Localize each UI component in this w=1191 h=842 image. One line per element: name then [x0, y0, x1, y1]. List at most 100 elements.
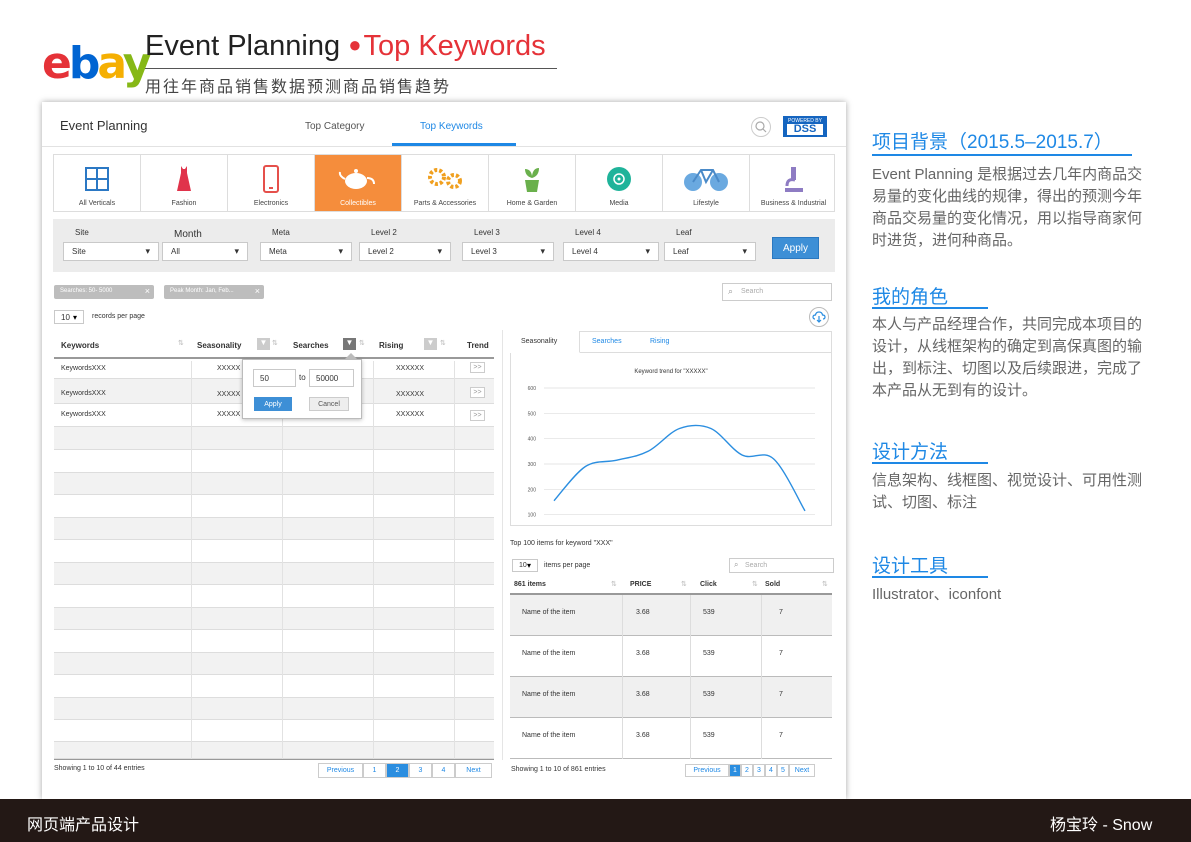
category-label: Collectibles — [340, 200, 376, 207]
col-items[interactable]: 861 items — [514, 581, 546, 588]
disc-icon — [576, 162, 662, 196]
filter-label: Level 3 — [474, 228, 500, 237]
keyword-cell[interactable]: KeywordsXXX — [61, 365, 106, 372]
filter-select-site[interactable]: Site ▾ — [63, 242, 159, 261]
filter-select-meta[interactable]: Meta ▾ — [260, 242, 352, 261]
col-price[interactable]: PRICE — [630, 581, 651, 588]
ebay-logo: ebay — [42, 38, 151, 89]
sort-icon[interactable]: ⇅ — [359, 339, 365, 347]
seasonality-cell: XXXXX — [217, 365, 241, 372]
item-name-cell: Name of the item — [522, 732, 576, 739]
items-entries-info: Showing 1 to 10 of 861 entries — [511, 766, 606, 773]
tab-seasonality[interactable]: Seasonality — [510, 331, 580, 353]
page-button[interactable]: 1 — [729, 764, 741, 777]
filter-select-leaf[interactable]: Leaf ▾ — [664, 242, 756, 261]
col-sold[interactable]: Sold — [765, 581, 780, 588]
sort-icon[interactable]: ⇅ — [611, 580, 617, 588]
col-seasonality[interactable]: Seasonality — [197, 341, 241, 350]
category-label: Parts & Accessories — [413, 200, 477, 207]
tab-searches[interactable]: Searches — [592, 338, 622, 345]
col-keywords[interactable]: Keywords — [61, 341, 99, 350]
item-sold-cell: 7 — [779, 691, 783, 698]
keyword-search-input[interactable]: ⌕ Search — [722, 283, 832, 301]
previous-button[interactable]: Previous — [685, 764, 729, 777]
category-electronics[interactable]: Electronics — [228, 155, 315, 211]
category-business-industrial[interactable]: Business & Industrial — [750, 155, 837, 211]
search-icon[interactable] — [751, 117, 771, 137]
filter-label: Site — [75, 228, 89, 237]
page-button[interactable]: 3 — [753, 764, 765, 777]
filter-icon-active[interactable]: ▼ — [343, 338, 356, 350]
title-event-planning: Event Planning — [145, 30, 341, 62]
rising-cell: XXXXXX — [396, 411, 425, 418]
next-button[interactable]: Next — [455, 763, 492, 778]
range-to-label: to — [299, 373, 306, 382]
keyword-cell[interactable]: KeywordsXXX — [61, 411, 106, 418]
category-media[interactable]: Media — [576, 155, 663, 211]
sort-icon[interactable]: ⇅ — [272, 339, 278, 347]
items-search-input[interactable]: ⌕ Search — [729, 558, 834, 573]
trend-expand-button[interactable]: >> — [470, 362, 485, 373]
app-brand: Event Planning — [60, 118, 148, 133]
keyword-cell[interactable]: KeywordsXXX — [61, 390, 106, 397]
trend-expand-button[interactable]: >> — [470, 387, 485, 398]
records-select[interactable]: 10 ▾ — [54, 310, 84, 324]
page-button[interactable]: 1 — [363, 763, 386, 778]
next-button[interactable]: Next — [789, 764, 815, 777]
category-fashion[interactable]: Fashion — [141, 155, 228, 211]
seasonality-cell: XXXXX — [217, 411, 241, 418]
page-button[interactable]: 2 — [386, 763, 409, 778]
y-tick-label: 500 — [528, 411, 537, 417]
chip-close-icon[interactable]: × — [145, 286, 150, 296]
category-lifestyle[interactable]: Lifestyle — [663, 155, 750, 211]
filter-select-level-2[interactable]: Level 2 ▾ — [359, 242, 451, 261]
category-collectibles[interactable]: Collectibles — [315, 155, 402, 211]
range-to-input[interactable]: 50000 — [309, 369, 354, 387]
page-button[interactable]: 3 — [409, 763, 432, 778]
table-row — [54, 742, 494, 759]
title-underline — [145, 68, 557, 69]
filter-icon[interactable]: ▼ — [257, 338, 270, 350]
col-click[interactable]: Click — [700, 581, 717, 588]
sort-icon[interactable]: ⇅ — [681, 580, 687, 588]
filter-select-level-4[interactable]: Level 4 ▾ — [563, 242, 659, 261]
col-rising[interactable]: Rising — [379, 341, 403, 350]
category-home-garden[interactable]: Home & Garden — [489, 155, 576, 211]
col-divider — [191, 361, 192, 759]
sort-icon[interactable]: ⇅ — [752, 580, 758, 588]
filter-icon[interactable]: ▼ — [424, 338, 437, 350]
popup-cancel-button[interactable]: Cancel — [309, 397, 349, 411]
page-button[interactable]: 5 — [777, 764, 789, 777]
filter-select-level-3[interactable]: Level 3 ▾ — [462, 242, 554, 261]
filter-select-month[interactable]: All ▾ — [162, 242, 248, 261]
sort-icon[interactable]: ⇅ — [440, 339, 446, 347]
previous-button[interactable]: Previous — [318, 763, 363, 778]
page-button[interactable]: 4 — [765, 764, 777, 777]
popup-caret-icon — [345, 353, 357, 359]
page-button[interactable]: 2 — [741, 764, 753, 777]
popup-apply-button[interactable]: Apply — [254, 397, 292, 411]
seasonality-cell: XXXXX — [217, 391, 241, 398]
sort-icon[interactable]: ⇅ — [822, 580, 828, 588]
item-name-cell: Name of the item — [522, 650, 576, 657]
sort-icon[interactable]: ⇅ — [178, 339, 184, 347]
tab-rising[interactable]: Rising — [650, 338, 669, 345]
chip-close-icon[interactable]: × — [255, 286, 260, 296]
apply-button[interactable]: Apply — [772, 237, 819, 259]
table-row — [54, 563, 494, 585]
items-table-header — [510, 575, 832, 595]
category-parts-accessories[interactable]: Parts & Accessories — [402, 155, 489, 211]
cloud-download-icon[interactable] — [809, 307, 829, 327]
category-all-verticals[interactable]: All Verticals — [54, 155, 141, 211]
tab-top-category[interactable]: Top Category — [305, 121, 364, 132]
page-button[interactable]: 4 — [432, 763, 455, 778]
table-bottom-line — [54, 759, 494, 760]
col-searches[interactable]: Searches — [293, 341, 329, 350]
tab-top-keywords[interactable]: Top Keywords — [420, 121, 483, 132]
items-per-page-select[interactable]: 10 ▾ — [512, 559, 538, 572]
range-from-input[interactable]: 50 — [253, 369, 296, 387]
category-label: Media — [609, 200, 629, 207]
trend-expand-button[interactable]: >> — [470, 410, 485, 421]
table-row — [54, 473, 494, 495]
category-label: Lifestyle — [693, 200, 719, 207]
